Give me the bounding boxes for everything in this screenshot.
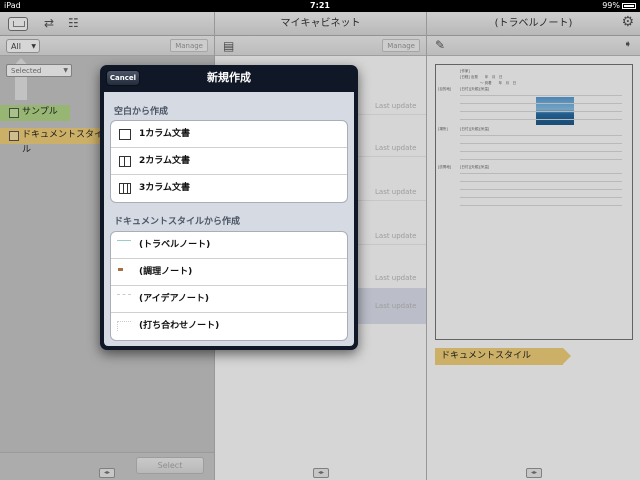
- option-label: 2カラム文書: [139, 156, 190, 166]
- option-label: (トラベルノート): [139, 240, 211, 250]
- section-header-style: ドキュメントスタイルから作成: [114, 217, 241, 227]
- popover-header: 新規作成 Cancel: [100, 65, 358, 92]
- option-3-column[interactable]: 3カラム文書: [111, 175, 347, 202]
- one-column-icon: [119, 129, 131, 140]
- option-label: (打ち合わせノート): [139, 321, 220, 331]
- option-label: (アイデアノート): [139, 294, 209, 304]
- popover-body: 空白から作成 1カラム文書 2カラム文書 3カラム文書 ドキュメントスタイルから…: [104, 92, 354, 346]
- status-bar: iPad 7:21 99%: [0, 0, 640, 12]
- option-travel-note[interactable]: (トラベルノート): [111, 232, 347, 259]
- cancel-button[interactable]: Cancel: [106, 70, 140, 86]
- meeting-note-thumbnail-icon: [117, 321, 131, 331]
- option-1-column[interactable]: 1カラム文書: [111, 121, 347, 148]
- travel-note-thumbnail-icon: [117, 240, 131, 250]
- option-idea-note[interactable]: (アイデアノート): [111, 286, 347, 313]
- idea-note-thumbnail-icon: [117, 294, 131, 304]
- two-column-icon: [119, 156, 131, 167]
- battery-status: 99%: [602, 0, 636, 12]
- section-header-blank: 空白から作成: [114, 107, 169, 117]
- clock: 7:21: [310, 1, 330, 10]
- cooking-note-thumbnail-icon: [117, 267, 131, 277]
- option-label: (調理ノート): [139, 267, 193, 277]
- style-options-group: (トラベルノート) (調理ノート) (アイデアノート) (打ち合わせノート): [110, 231, 348, 341]
- new-document-popover: 新規作成 Cancel 空白から作成 1カラム文書 2カラム文書 3カラム文書 …: [100, 65, 358, 350]
- blank-options-group: 1カラム文書 2カラム文書 3カラム文書: [110, 120, 348, 203]
- option-cooking-note[interactable]: (調理ノート): [111, 259, 347, 286]
- battery-percent: 99%: [602, 1, 620, 10]
- option-label: 1カラム文書: [139, 129, 190, 139]
- three-column-icon: [119, 183, 131, 194]
- option-2-column[interactable]: 2カラム文書: [111, 148, 347, 175]
- option-meeting-note[interactable]: (打ち合わせノート): [111, 313, 347, 340]
- battery-icon: [622, 2, 636, 9]
- option-label: 3カラム文書: [139, 183, 190, 193]
